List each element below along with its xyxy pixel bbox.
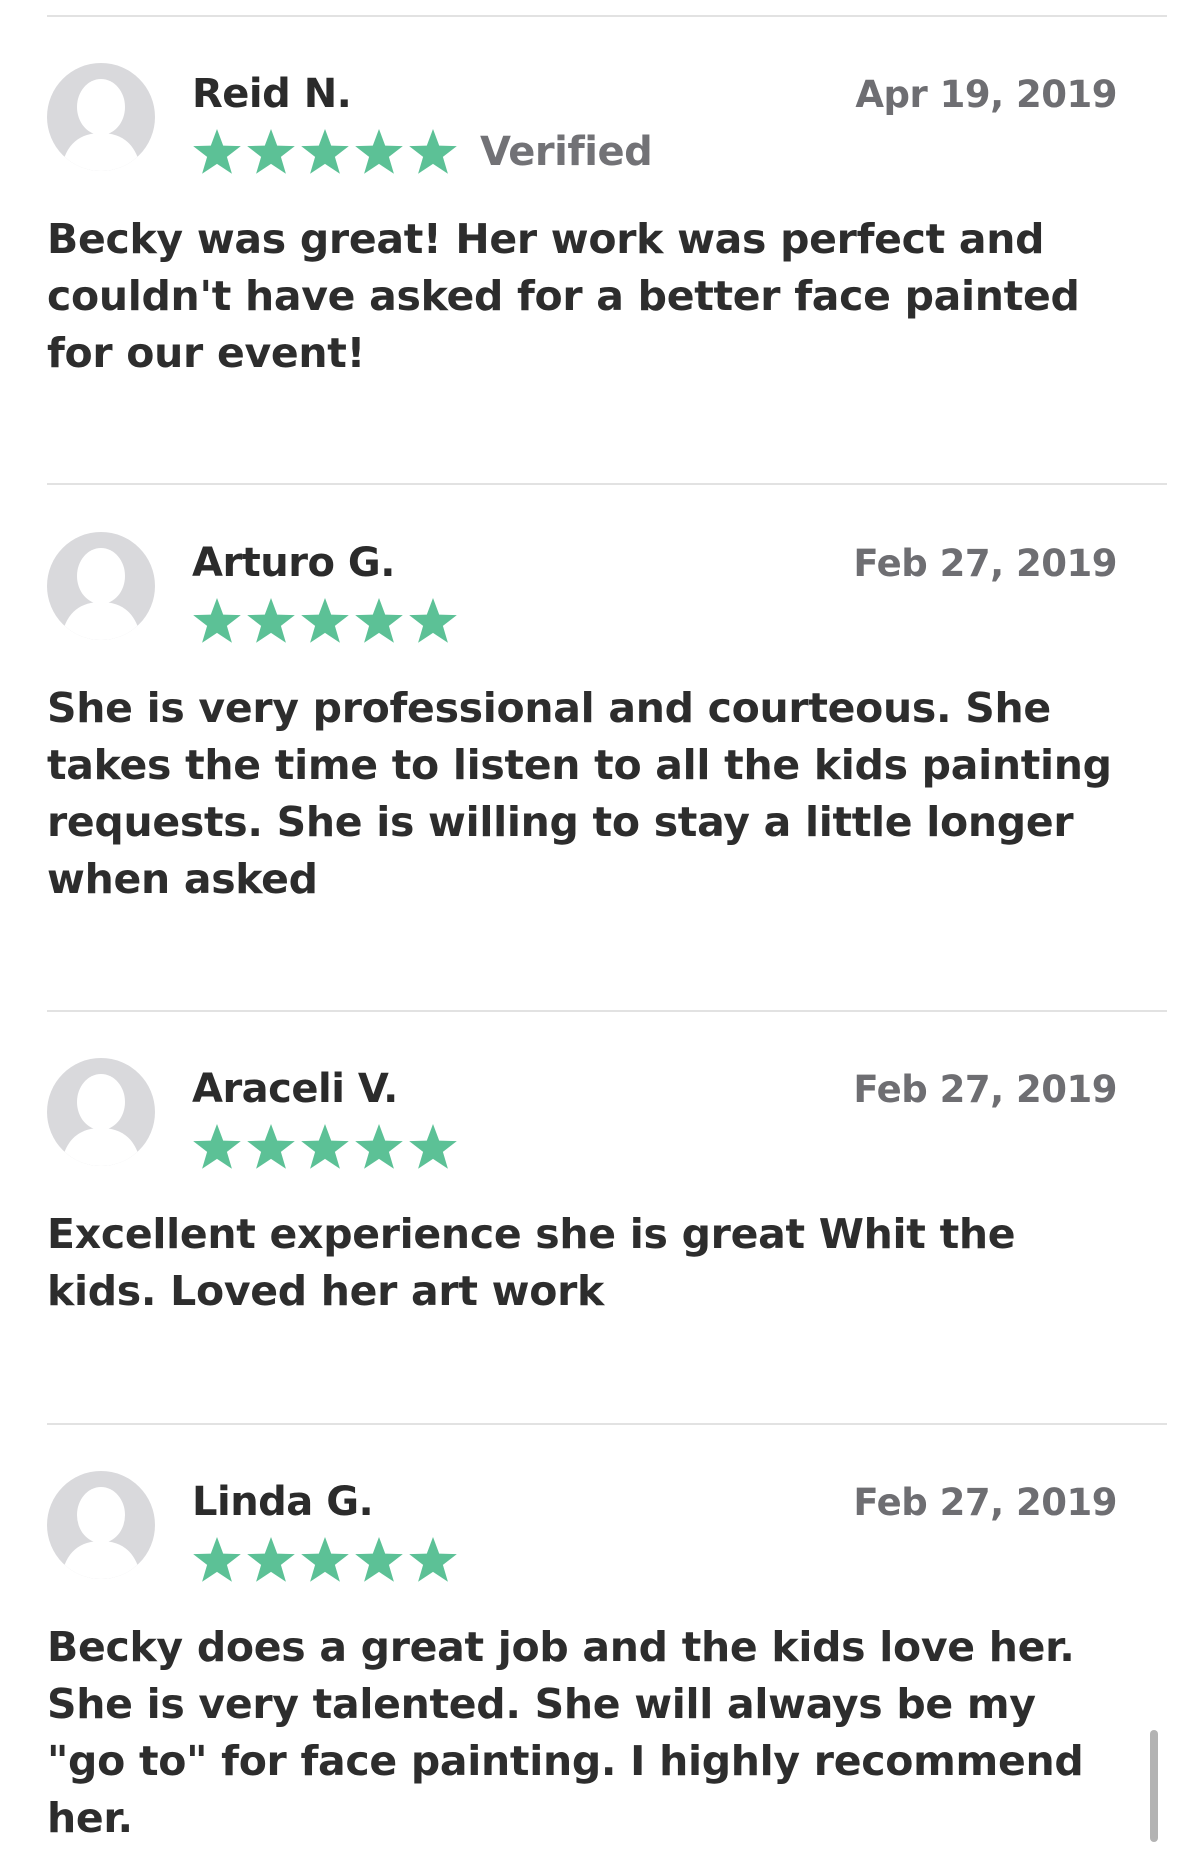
avatar-placeholder-icon	[47, 1058, 155, 1166]
divider	[47, 15, 1167, 17]
star-icon	[247, 1537, 295, 1582]
star-icon	[355, 1124, 403, 1169]
review-date: Feb 27, 2019	[853, 1068, 1117, 1111]
star-icon	[355, 1537, 403, 1582]
star-icon	[301, 1124, 349, 1169]
review-text: She is very professional and courteous. …	[47, 684, 1112, 903]
star-icon	[409, 598, 457, 643]
star-icon	[193, 1124, 241, 1169]
review-date: Apr 19, 2019	[855, 73, 1117, 116]
divider	[47, 1423, 1167, 1425]
star-icon	[247, 129, 295, 174]
divider	[47, 1010, 1167, 1012]
review-text: Becky was great! Her work was perfect an…	[47, 215, 1080, 377]
star-icon	[193, 129, 241, 174]
star-icon	[355, 598, 403, 643]
scrollbar[interactable]	[1150, 1730, 1158, 1842]
star-icon	[301, 598, 349, 643]
review-date: Feb 27, 2019	[853, 542, 1117, 585]
star-icon	[409, 1537, 457, 1582]
star-icon	[247, 1124, 295, 1169]
star-icon	[301, 1537, 349, 1582]
reviewer-name: Linda G.	[192, 1479, 374, 1525]
star-icon	[409, 129, 457, 174]
reviewer-name: Reid N.	[192, 71, 352, 117]
verified-badge: Verified	[480, 129, 653, 175]
avatar-placeholder-icon	[47, 1471, 155, 1579]
reviewer-name: Araceli V.	[192, 1066, 398, 1112]
star-icon	[247, 598, 295, 643]
review-text: Becky does a great job and the kids love…	[47, 1623, 1084, 1842]
star-icon	[355, 129, 403, 174]
star-rating	[192, 1535, 462, 1585]
avatar-placeholder-icon	[47, 532, 155, 640]
star-rating	[192, 596, 462, 646]
star-icon	[301, 129, 349, 174]
review-date: Feb 27, 2019	[853, 1481, 1117, 1524]
star-icon	[193, 1537, 241, 1582]
reviewer-name: Arturo G.	[192, 540, 395, 586]
star-icon	[409, 1124, 457, 1169]
star-rating	[192, 1122, 462, 1172]
divider	[47, 483, 1167, 485]
review-text: Excellent experience she is great Whit t…	[47, 1210, 1016, 1315]
star-icon	[193, 598, 241, 643]
avatar-placeholder-icon	[47, 63, 155, 171]
star-rating: Verified	[192, 127, 653, 177]
